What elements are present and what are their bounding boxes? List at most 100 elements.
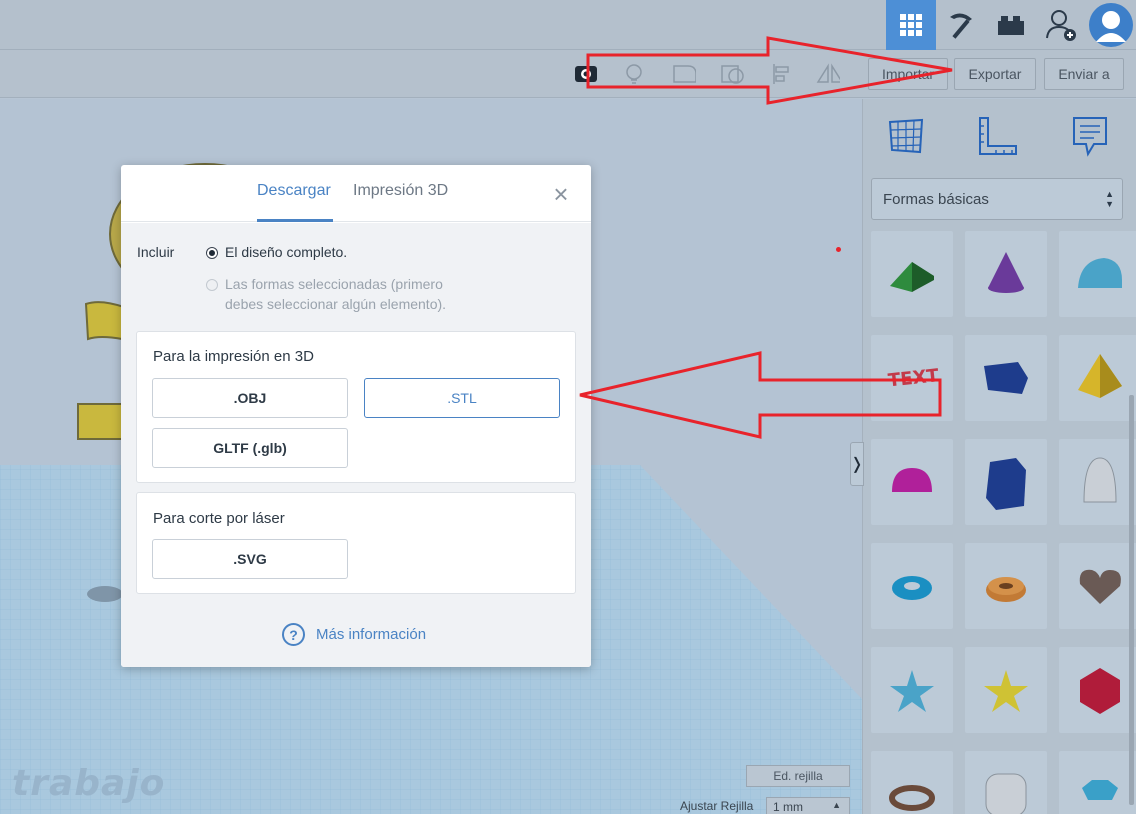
workplane-tool-button[interactable]	[881, 111, 931, 161]
lightbulb-icon	[626, 64, 642, 84]
close-icon: ×	[553, 179, 569, 209]
half-sphere-shape-icon	[892, 468, 932, 492]
gem-shape[interactable]	[1059, 751, 1136, 814]
blocks-view-button[interactable]	[936, 0, 986, 50]
heart-shape-icon	[1079, 569, 1121, 604]
dialog-tabs: Descargar Impresión 3D ×	[121, 165, 591, 222]
notes-button[interactable]	[622, 62, 646, 86]
polygon-shape[interactable]	[965, 335, 1047, 421]
ungroup-shape-icon	[721, 65, 744, 84]
tab-print3d[interactable]: Impresión 3D	[353, 182, 448, 200]
polygon-prism-shape[interactable]	[965, 439, 1047, 525]
ruler-icon	[979, 117, 1017, 155]
tube-shape-icon	[986, 577, 1026, 602]
pyramid-shape-icon	[1078, 354, 1122, 398]
tube-shape[interactable]	[965, 543, 1047, 629]
radio-full-design[interactable]	[206, 247, 218, 259]
shape-category-select[interactable]: Formas básicas ▲ ▼	[871, 178, 1123, 220]
user-avatar-icon	[1089, 3, 1133, 47]
torus-shape[interactable]	[871, 543, 953, 629]
laser-section: Para corte por láser .SVG	[136, 492, 576, 594]
more-info-label: Más información	[316, 626, 427, 643]
gltf-button[interactable]: GLTF (.glb)	[152, 428, 348, 468]
ring-shape[interactable]	[871, 751, 953, 814]
torus-shape-icon	[892, 576, 932, 600]
star-yellow-shape-icon	[984, 670, 1028, 712]
pyramid-shape[interactable]	[1059, 335, 1136, 421]
caret-up-icon: ▲	[832, 800, 841, 810]
tab-download[interactable]: Descargar	[257, 182, 331, 200]
group-shape-icon	[673, 65, 696, 83]
shapes-panel: Formas básicas ▲ ▼ TEXT	[862, 99, 1136, 814]
radio-selected-shapes[interactable]	[206, 279, 218, 291]
send-to-button[interactable]: Enviar a	[1044, 58, 1124, 90]
pickaxe-icon	[950, 13, 972, 39]
notes-tool-button[interactable]	[1065, 111, 1115, 161]
workplane-watermark: trabajo	[12, 763, 166, 804]
icosahedron-shape[interactable]	[1059, 647, 1136, 733]
grid-view-icon	[900, 14, 922, 36]
ring-shape-icon	[889, 785, 935, 811]
show-all-button[interactable]	[574, 62, 598, 86]
brick-icon	[998, 16, 1024, 35]
close-button[interactable]: ×	[549, 179, 573, 209]
eye-icon	[575, 66, 597, 82]
export-button[interactable]: Exportar	[954, 58, 1036, 90]
include-label: Incluir	[137, 244, 175, 260]
ruler-tool-button[interactable]	[973, 111, 1023, 161]
option-selected-line2: debes seleccionar algún elemento).	[225, 296, 447, 312]
import-button[interactable]: Importar	[868, 58, 948, 90]
icosahedron-shape-icon	[1080, 668, 1120, 714]
workplane-icon	[888, 118, 924, 154]
align-button[interactable]	[770, 62, 794, 86]
shape-category-value: Formas básicas	[883, 190, 989, 208]
round-roof-shape-icon	[1078, 258, 1122, 288]
chevron-right-icon: ❭	[850, 456, 864, 473]
roof-shape-icon	[890, 262, 934, 292]
panel-collapse-button[interactable]: ❭	[850, 442, 864, 486]
paraboloid-shape[interactable]	[1059, 439, 1136, 525]
panel-scrollbar[interactable]	[1129, 395, 1134, 805]
bricks-view-button[interactable]	[986, 0, 1036, 50]
round-roof-shape[interactable]	[1059, 231, 1136, 317]
paraboloid-shape-icon	[1083, 457, 1117, 503]
stl-button[interactable]: .STL	[364, 378, 560, 418]
group-button[interactable]	[672, 62, 696, 86]
add-user-icon	[1046, 10, 1076, 41]
gem-shape-icon	[1082, 780, 1118, 800]
text-shape[interactable]: TEXT	[871, 335, 953, 421]
text-shape-icon: TEXT	[887, 365, 940, 391]
star-yellow-shape[interactable]	[965, 647, 1047, 733]
polygon-shape-icon	[984, 362, 1028, 394]
option-selected-line1: Las formas seleccionadas (primero	[225, 276, 443, 292]
edit-grid-button[interactable]: Ed. rejilla	[746, 765, 850, 787]
obj-button[interactable]: .OBJ	[152, 378, 348, 418]
laser-section-title: Para corte por láser	[153, 510, 285, 527]
mirror-button[interactable]	[816, 62, 840, 86]
polygon-prism-shape-icon	[986, 458, 1026, 510]
svg-button[interactable]: .SVG	[152, 539, 348, 579]
dialog-body: Incluir El diseño completo. Las formas s…	[121, 223, 591, 667]
red-marker-dot	[836, 247, 841, 252]
snap-grid-value: 1 mm	[773, 800, 803, 814]
select-arrows-icon: ▲ ▼	[1105, 189, 1114, 209]
invite-user-button[interactable]	[1036, 0, 1086, 50]
star-shape-icon	[890, 670, 934, 712]
more-info-link[interactable]: ? Más información	[282, 623, 426, 646]
snap-grid-select[interactable]: 1 mm ▲	[766, 797, 850, 814]
tab-download-underline	[257, 219, 333, 222]
snap-grid-label: Ajustar Rejilla	[680, 799, 754, 813]
roof-shape[interactable]	[871, 231, 953, 317]
option-full-design-label[interactable]: El diseño completo.	[225, 244, 347, 260]
rounded-box-shape[interactable]	[965, 751, 1047, 814]
ungroup-button[interactable]	[720, 62, 744, 86]
half-sphere-shape[interactable]	[871, 439, 953, 525]
design-view-button[interactable]	[886, 0, 936, 50]
avatar[interactable]	[1086, 0, 1136, 50]
cone-shape[interactable]	[965, 231, 1047, 317]
heart-shape[interactable]	[1059, 543, 1136, 629]
mirror-icon	[816, 63, 840, 83]
print3d-section: Para la impresión en 3D .OBJ .STL GLTF (…	[136, 331, 576, 483]
star-shape[interactable]	[871, 647, 953, 733]
svg-text:TEXT: TEXT	[887, 365, 940, 391]
